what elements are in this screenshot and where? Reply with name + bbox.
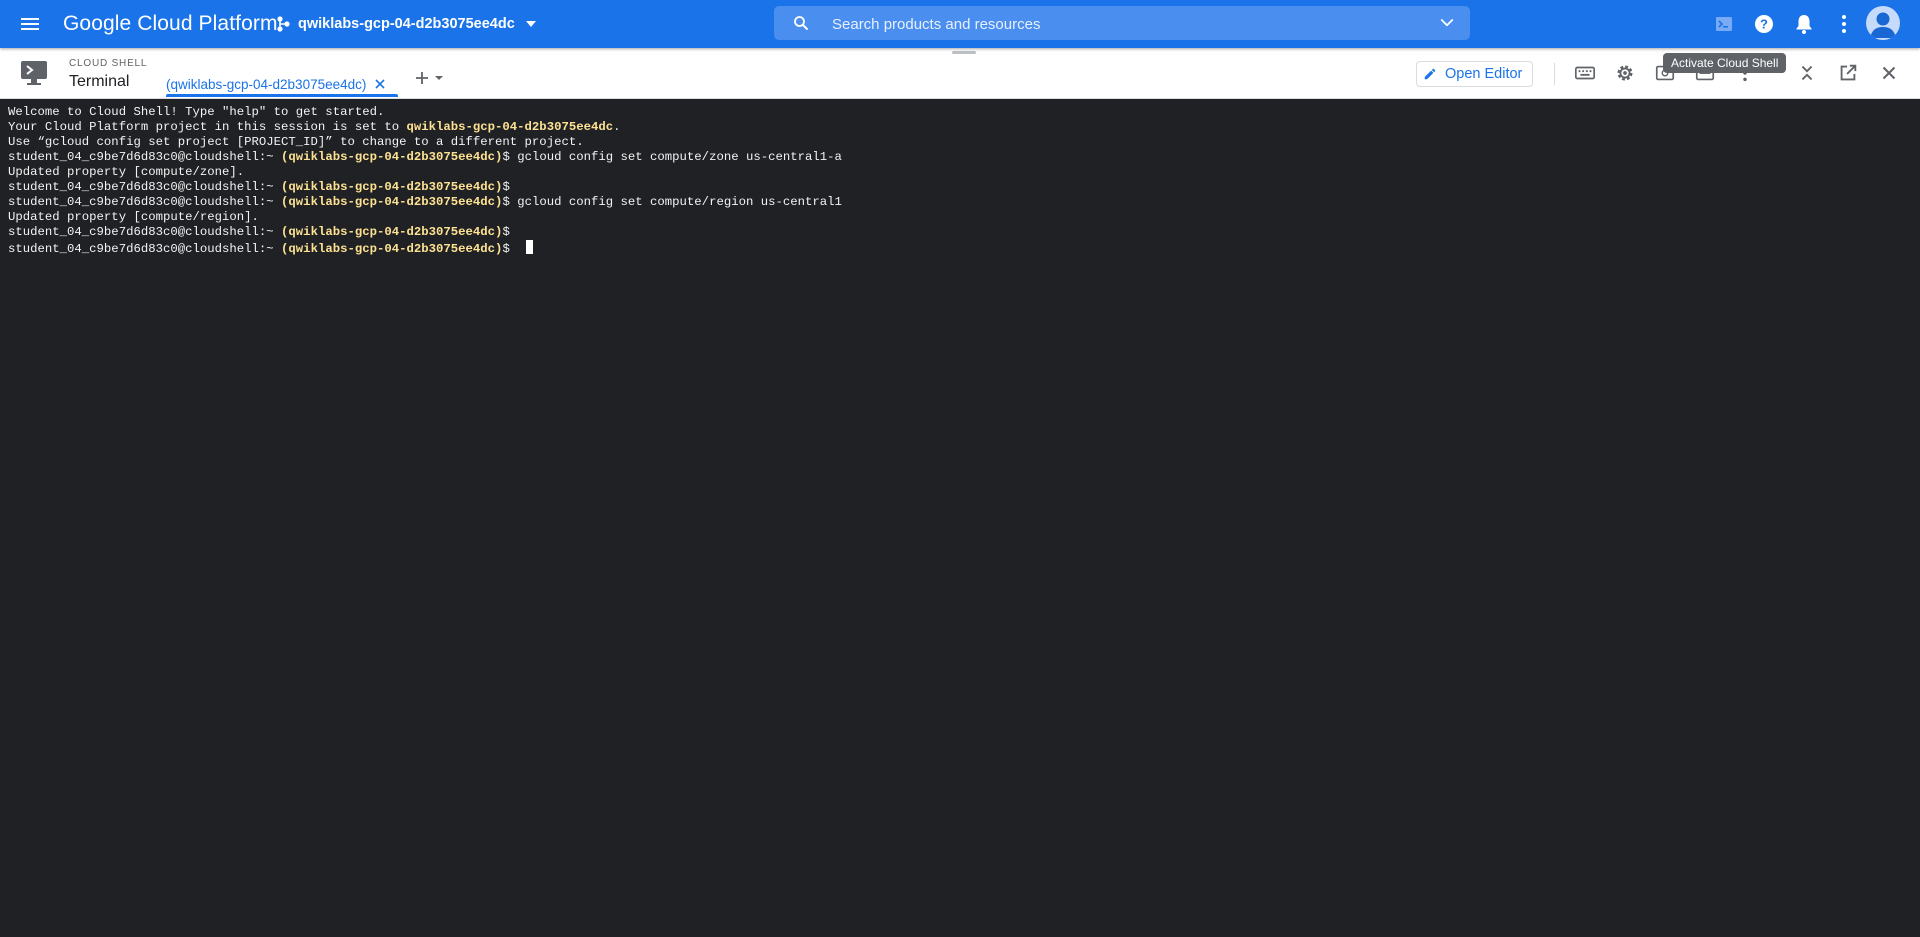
resize-handle[interactable] (952, 51, 976, 54)
terminal-line: student_04_c9be7d6d83c0@cloudshell:~ (qw… (8, 180, 842, 195)
open-new-window-icon[interactable] (1837, 62, 1859, 84)
notifications-icon[interactable] (1792, 12, 1816, 36)
account-avatar[interactable] (1866, 6, 1900, 40)
search-icon[interactable] (792, 14, 810, 32)
open-editor-label: Open Editor (1445, 66, 1523, 82)
terminal-line: student_04_c9be7d6d83c0@cloudshell:~ (qw… (8, 150, 842, 165)
tab-label: (qwiklabs-gcp-04-d2b3075ee4dc) (166, 76, 367, 92)
cloud-shell-icon[interactable] (1712, 12, 1736, 36)
prompt-symbol: $ (502, 180, 518, 194)
more-vert-icon[interactable] (1832, 12, 1856, 36)
pencil-icon (1424, 68, 1436, 80)
terminal-line: student_04_c9be7d6d83c0@cloudshell:~ (qw… (8, 195, 842, 210)
prompt-user: student_04_c9be7d6d83c0@cloudshell:~ (8, 195, 282, 209)
prompt-symbol: $ (502, 225, 518, 239)
project-selector[interactable]: qwiklabs-gcp-04-d2b3075ee4dc (276, 14, 537, 34)
prompt-project: (qwiklabs-gcp-04-d2b3075ee4dc) (281, 242, 503, 256)
command-output: Updated property [compute/region]. (8, 210, 259, 224)
search-bar (774, 6, 1470, 42)
terminal-cursor (526, 240, 534, 254)
prompt-project: (qwiklabs-gcp-04-d2b3075ee4dc) (281, 195, 503, 209)
caret-down-icon (525, 21, 536, 27)
close-tab-icon[interactable] (374, 78, 386, 90)
chevron-down-icon[interactable] (1438, 14, 1456, 32)
toolbar-divider (1554, 63, 1555, 85)
terminal-line: Updated property [compute/zone]. (8, 165, 842, 180)
terminal-lines: Welcome to Cloud Shell! Type "help" to g… (8, 105, 842, 256)
prompt-user: student_04_c9be7d6d83c0@cloudshell:~ (8, 180, 282, 194)
hint-text: Use “gcloud config set project [PROJECT_… (8, 135, 584, 149)
terminal-line: Welcome to Cloud Shell! Type "help" to g… (8, 105, 842, 120)
welcome-text: Welcome to Cloud Shell! Type "help" to g… (8, 105, 385, 119)
minimize-icon[interactable] (1796, 62, 1818, 84)
keyboard-icon[interactable] (1574, 62, 1596, 84)
person-icon (1870, 12, 1896, 38)
tooltip: Activate Cloud Shell (1663, 53, 1787, 73)
active-tab-indicator (166, 94, 398, 97)
tab-session[interactable]: (qwiklabs-gcp-04-d2b3075ee4dc) (166, 72, 386, 96)
terminal-line: Updated property [compute/region]. (8, 210, 842, 225)
project-hierarchy-icon (277, 16, 290, 32)
prompt-user: student_04_c9be7d6d83c0@cloudshell:~ (8, 242, 282, 256)
prompt-symbol: $ (502, 150, 518, 164)
prompt-symbol: $ (502, 195, 518, 209)
project-id: qwiklabs-gcp-04-d2b3075ee4dc (406, 120, 614, 134)
add-tab-icon (416, 72, 428, 84)
punctuation: . (613, 120, 621, 134)
cloud-shell-header: CLOUD SHELL Terminal (qwiklabs-gcp-04-d2… (0, 48, 1920, 99)
prompt-project: (qwiklabs-gcp-04-d2b3075ee4dc) (281, 180, 503, 194)
terminal-title: Terminal (69, 73, 130, 90)
open-editor-button[interactable]: Open Editor (1416, 61, 1534, 87)
top-app-bar: Google Cloud Platform qwiklabs-gcp-04-d2… (0, 0, 1920, 48)
cloud-shell-label: CLOUD SHELL (69, 58, 148, 69)
terminal-line: student_04_c9be7d6d83c0@cloudshell:~ (qw… (8, 240, 842, 256)
terminal-output[interactable]: Welcome to Cloud Shell! Type "help" to g… (0, 99, 1920, 937)
terminal-line: student_04_c9be7d6d83c0@cloudshell:~ (qw… (8, 225, 842, 240)
project-name: qwiklabs-gcp-04-d2b3075ee4dc (298, 16, 515, 32)
svg-text:?: ? (1760, 17, 1768, 32)
terminal-line: Your Cloud Platform project in this sess… (8, 120, 842, 135)
prompt-symbol: $ (502, 242, 518, 256)
search-input[interactable] (830, 6, 1394, 42)
close-icon[interactable] (1878, 62, 1900, 84)
help-icon[interactable]: ? (1752, 12, 1776, 36)
menu-icon[interactable] (18, 12, 42, 36)
add-tab-button[interactable] (414, 70, 444, 86)
command-text: gcloud config set compute/region us-cent… (517, 195, 842, 209)
brand-title[interactable]: Google Cloud Platform (63, 12, 278, 36)
prompt-project: (qwiklabs-gcp-04-d2b3075ee4dc) (281, 150, 503, 164)
terminal-line: Use “gcloud config set project [PROJECT_… (8, 135, 842, 150)
prompt-project: (qwiklabs-gcp-04-d2b3075ee4dc) (281, 225, 503, 239)
prompt-user: student_04_c9be7d6d83c0@cloudshell:~ (8, 150, 282, 164)
command-text: gcloud config set compute/zone us-centra… (517, 150, 842, 164)
command-output: Updated property [compute/zone]. (8, 165, 245, 179)
tab-dropdown-icon[interactable] (434, 74, 444, 82)
prompt-user: student_04_c9be7d6d83c0@cloudshell:~ (8, 225, 282, 239)
project-notice: Your Cloud Platform project in this sess… (8, 120, 407, 134)
settings-icon[interactable] (1614, 62, 1636, 84)
terminal-monitor-icon (21, 61, 47, 85)
